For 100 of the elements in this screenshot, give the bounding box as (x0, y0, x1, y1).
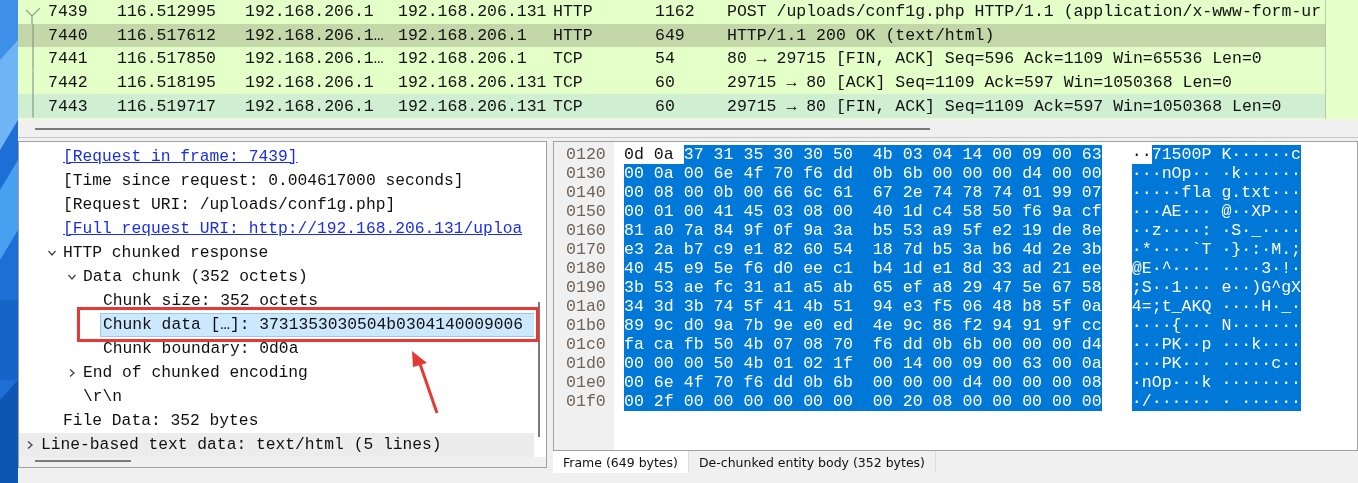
hex-byte[interactable]: 1d (902, 202, 933, 221)
hex-byte[interactable]: e3 (902, 297, 933, 316)
tree-item[interactable]: File Data: 352 bytes (61, 410, 261, 432)
hex-byte[interactable]: c1 (833, 259, 873, 278)
hex-byte[interactable]: 21 (1052, 259, 1082, 278)
hex-byte[interactable]: 40 (872, 202, 903, 221)
hex-byte[interactable]: fa (624, 335, 654, 354)
hex-byte[interactable]: 5e (1022, 278, 1052, 297)
hex-byte[interactable]: 70 (713, 373, 744, 392)
hex-byte[interactable]: fc (713, 278, 744, 297)
hex-byte[interactable]: 70 (833, 335, 873, 354)
hex-byte[interactable]: 58 (962, 202, 993, 221)
hex-byte[interactable]: 0b (713, 183, 744, 202)
hex-byte[interactable]: 00 (803, 392, 833, 411)
hex-byte[interactable]: 00 (683, 183, 714, 202)
hex-byte[interactable]: 40 (624, 259, 654, 278)
hex-byte[interactable]: 50 (992, 202, 1023, 221)
hex-byte[interactable]: 9c (653, 316, 684, 335)
hex-byte[interactable]: 00 (743, 183, 774, 202)
hex-byte[interactable]: dd (773, 373, 804, 392)
hex-byte[interactable]: c4 (932, 202, 963, 221)
hex-byte[interactable]: 53 (902, 221, 933, 240)
hex-byte[interactable]: 89 (624, 316, 654, 335)
hex-byte[interactable]: 2a (653, 240, 684, 259)
hex-byte[interactable]: 6b (902, 164, 933, 183)
hex-byte[interactable]: 00 (992, 145, 1023, 164)
hex-byte[interactable]: 4d (1022, 240, 1052, 259)
hex-byte[interactable]: 66 (773, 183, 804, 202)
hex-byte[interactable]: 0f (773, 221, 804, 240)
hex-byte[interactable]: 6b (833, 373, 873, 392)
tree-item[interactable]: [Request URI: /uploads/conf1g.php] (61, 194, 398, 216)
hex-byte[interactable]: 6e (713, 164, 744, 183)
tree-item[interactable]: Line-based text data: text/html (5 lines) (39, 434, 444, 456)
hex-byte[interactable]: 08 (803, 335, 833, 354)
hex-byte[interactable]: 00 (624, 164, 654, 183)
tree-item[interactable]: Chunk data […]: 3731353030504b0304140009006 (101, 314, 534, 336)
hex-byte[interactable]: 54 (833, 240, 873, 259)
hex-byte[interactable]: 34 (624, 297, 654, 316)
hex-byte[interactable]: 35 (743, 145, 774, 164)
hex-byte[interactable]: 0a (653, 145, 684, 164)
hex-byte[interactable]: 67 (1052, 278, 1082, 297)
hex-byte[interactable]: 02 (803, 354, 833, 373)
hex-byte[interactable]: 00 (773, 392, 804, 411)
tree-item[interactable]: Data chunk (352 octets) (81, 266, 310, 288)
packet-row[interactable]: 7440 116.517612 192.168.206.1… 192.168.206.1 HTTP 649 HTTP/1.1 200 OK (text/html) (18, 23, 1325, 48)
hex-byte[interactable]: 5f (743, 297, 774, 316)
hex-byte[interactable]: 60 (803, 240, 833, 259)
hex-byte[interactable]: 1d (902, 259, 933, 278)
hex-byte[interactable]: a0 (653, 221, 684, 240)
hex-byte[interactable]: 81 (624, 221, 654, 240)
hex-byte[interactable]: 08 (932, 392, 963, 411)
chevron-down-icon[interactable] (47, 248, 57, 258)
hex-byte[interactable]: 00 (1022, 392, 1052, 411)
hex-byte[interactable]: 00 (992, 373, 1023, 392)
hex-byte[interactable]: 5f (962, 221, 993, 240)
hex-byte[interactable]: 00 (683, 354, 714, 373)
chevron-down-icon[interactable] (67, 272, 77, 282)
hex-byte[interactable]: 33 (992, 259, 1023, 278)
chevron-right-icon[interactable] (25, 440, 35, 450)
hex-byte[interactable]: ab (833, 278, 873, 297)
hex-byte[interactable]: 9e (773, 316, 804, 335)
tree-item[interactable]: [Time since request: 0.004617000 seconds] (61, 170, 466, 192)
hex-byte[interactable]: 50 (713, 354, 744, 373)
hex-byte[interactable]: 48 (992, 297, 1023, 316)
hex-byte[interactable]: 4b (803, 297, 833, 316)
hex-byte[interactable]: f2 (962, 316, 993, 335)
hex-byte[interactable]: 01 (1022, 183, 1052, 202)
hex-byte[interactable]: 67 (872, 183, 903, 202)
hex-byte[interactable]: 04 (932, 145, 963, 164)
tree-item[interactable]: Chunk boundary: 0d0a (101, 338, 301, 360)
hex-byte[interactable]: e2 (992, 221, 1023, 240)
hex-byte[interactable]: 30 (803, 145, 833, 164)
hex-byte[interactable]: 14 (962, 145, 993, 164)
hex-byte[interactable]: 00 (1052, 392, 1082, 411)
hex-byte[interactable]: 63 (1022, 354, 1052, 373)
hex-byte[interactable]: 37 (683, 145, 714, 164)
hex-byte[interactable]: 78 (962, 183, 993, 202)
hex-byte[interactable]: 74 (713, 297, 744, 316)
hex-byte[interactable]: f5 (932, 297, 963, 316)
hex-byte[interactable]: 00 (962, 392, 993, 411)
tree-item[interactable]: End of chunked encoding (81, 362, 310, 384)
hex-byte[interactable]: 03 (902, 145, 933, 164)
hex-byte[interactable]: 00 (992, 354, 1023, 373)
hex-byte[interactable]: d4 (962, 373, 993, 392)
hex-byte[interactable]: 01 (653, 202, 684, 221)
hex-byte[interactable]: 9a (803, 221, 833, 240)
hex-byte[interactable]: 4f (743, 164, 774, 183)
hex-byte[interactable]: 4b (743, 335, 774, 354)
hex-byte[interactable]: e1 (743, 240, 774, 259)
hex-byte[interactable]: 09 (1022, 145, 1052, 164)
hex-byte[interactable]: ef (902, 278, 933, 297)
hex-byte[interactable]: 50 (833, 145, 873, 164)
tree-item[interactable]: HTTP chunked response (61, 242, 271, 264)
hex-byte[interactable]: 3a (833, 221, 873, 240)
hex-byte[interactable]: 2e (1052, 240, 1082, 259)
hex-byte[interactable]: 0d (624, 145, 654, 164)
hex-byte[interactable]: d0 (683, 316, 714, 335)
hex-byte[interactable]: f6 (743, 373, 774, 392)
hex-byte[interactable]: f6 (872, 335, 903, 354)
hex-byte[interactable]: 14 (902, 354, 933, 373)
